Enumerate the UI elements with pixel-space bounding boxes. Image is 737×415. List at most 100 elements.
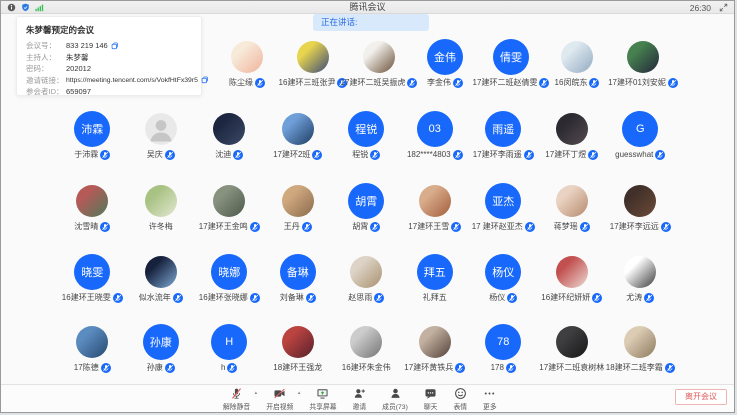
participant-name: 尤涛 xyxy=(626,292,642,303)
participant-tile[interactable]: 沈雪晴 xyxy=(58,182,127,232)
mic-muted-icon xyxy=(455,363,465,373)
participant-tile[interactable]: 沛霖 于沛霖 xyxy=(58,110,127,160)
participant-tile[interactable]: 胡霄 胡霄 xyxy=(332,182,401,232)
start-video-button[interactable]: ▴开启视频 xyxy=(266,387,293,411)
mic-muted-icon xyxy=(312,150,322,160)
participant-tile[interactable]: 吴庆 xyxy=(127,110,196,160)
participant-tile[interactable]: 17建环2班 xyxy=(264,110,333,160)
participant-tile[interactable]: 晓娜 16建环张晓娜 xyxy=(195,253,264,303)
participant-tile[interactable]: 16建环朱金伟 xyxy=(332,323,401,373)
mic-muted-icon xyxy=(374,293,384,303)
participant-tile[interactable]: 03 182****4803 xyxy=(401,110,470,160)
participant-tile[interactable]: 杨仪 杨仪 xyxy=(469,253,538,303)
participant-tile[interactable]: 沈迪 xyxy=(195,110,264,160)
fullscreen-icon[interactable] xyxy=(719,3,728,12)
participant-tile[interactable]: 赵思雨 xyxy=(332,253,401,303)
meeting-info-panel: 朱梦馨预定的会议 会议号：833 219 146主持人：朱梦馨密码：202012… xyxy=(16,16,202,96)
participant-tile[interactable]: 雨遥 17建环李雨遥 xyxy=(469,110,538,160)
info-value: 202012 xyxy=(66,64,91,73)
caret-up-icon[interactable]: ▴ xyxy=(298,390,301,396)
participant-tile[interactable]: 17陈德 xyxy=(58,323,127,373)
participant-name: 17建环李雨遥 xyxy=(473,149,522,160)
participant-tile[interactable]: 许冬梅 xyxy=(127,182,196,232)
avatar-photo xyxy=(213,113,245,145)
participant-tile[interactable]: 18建环王强龙 xyxy=(264,323,333,373)
mic-muted-icon xyxy=(227,363,237,373)
avatar-initials: 晓雯 xyxy=(74,254,110,290)
emoji-button[interactable]: 表情 xyxy=(453,387,467,411)
participant-tile[interactable]: 78 178 xyxy=(469,323,538,373)
meeting-title: 朱梦馨预定的会议 xyxy=(26,24,193,36)
avatar-placeholder xyxy=(145,113,177,145)
toolbar-label: 解除静音 xyxy=(223,401,250,411)
chat-icon xyxy=(424,387,437,400)
participant-tile[interactable]: 17建环二班吴振虎 xyxy=(346,38,412,88)
members-button[interactable]: 成员(73) xyxy=(382,387,408,411)
leave-meeting-button[interactable]: 离开会议 xyxy=(675,389,727,405)
participant-name: 胡霄 xyxy=(352,221,368,232)
participant-tile[interactable]: 16建环三班张尹 xyxy=(280,38,346,88)
window-title: 腾讯会议 xyxy=(1,1,734,14)
participant-tile[interactable]: 17建环李远远 xyxy=(606,182,675,232)
chat-button[interactable]: 聊天 xyxy=(424,387,438,411)
participant-tile[interactable]: 亚杰 17 建环赵亚杰 xyxy=(469,182,538,232)
participant-tile[interactable]: 陈尘缘 xyxy=(214,38,280,88)
participant-tile[interactable]: 王丹 xyxy=(264,182,333,232)
unmute-button[interactable]: ▴解除静音 xyxy=(223,387,250,411)
participant-name: 礼拜五 xyxy=(423,292,447,303)
participant-name: 吴庆 xyxy=(147,149,163,160)
mic-muted-icon xyxy=(524,150,534,160)
participant-name: 17 建环赵亚杰 xyxy=(472,221,523,232)
mic-muted-icon xyxy=(370,222,380,232)
avatar-photo xyxy=(556,113,588,145)
participant-tile[interactable]: G guesswhat xyxy=(606,110,675,160)
participant-tile[interactable]: 16建环纪妍妍 xyxy=(538,253,607,303)
participant-tile[interactable]: 孙康 孙康 xyxy=(127,323,196,373)
copy-icon[interactable] xyxy=(111,42,119,50)
avatar-initials: 备琳 xyxy=(280,254,316,290)
mic-muted-icon xyxy=(644,293,654,303)
participant-name: 17建环01刘安妮 xyxy=(608,77,666,88)
participant-tile[interactable]: 倩雯 17建环二班赵倩雯 xyxy=(478,38,544,88)
share-screen-button[interactable]: 共享屏幕 xyxy=(309,387,336,411)
caret-up-icon[interactable]: ▴ xyxy=(255,390,258,396)
participant-tile[interactable]: 17建环丁煜 xyxy=(538,110,607,160)
participant-tile[interactable]: 17建环01刘安妮 xyxy=(610,38,676,88)
participant-tile[interactable]: 拜五 礼拜五 xyxy=(401,253,470,303)
participant-tile[interactable]: 程锐 程锐 xyxy=(332,110,401,160)
participant-name: 蒋梦瑶 xyxy=(554,221,578,232)
participant-tile[interactable]: 16闵皖东 xyxy=(544,38,610,88)
avatar-initials: 78 xyxy=(485,324,521,360)
copy-icon[interactable] xyxy=(201,76,209,84)
info-row: 主持人：朱梦馨 xyxy=(26,52,193,64)
invite-button[interactable]: 邀请 xyxy=(353,387,367,411)
avatar-photo xyxy=(556,256,588,288)
participant-tile[interactable]: 似水流年 xyxy=(127,253,196,303)
speaking-banner-label: 正在讲话: xyxy=(321,17,357,27)
participant-name: 17陈德 xyxy=(74,362,99,373)
info-row: 会议号：833 219 146 xyxy=(26,40,193,52)
participant-tile[interactable]: 18建环二班李霜 xyxy=(606,323,675,373)
participant-name: 似水流年 xyxy=(139,292,171,303)
toolbar-label: 聊天 xyxy=(424,401,438,411)
avatar-initials: 胡霄 xyxy=(348,183,384,219)
participant-tile[interactable]: 17建环王雪 xyxy=(401,182,470,232)
invite-icon xyxy=(353,387,366,400)
mic-muted-icon xyxy=(655,150,665,160)
participant-tile[interactable]: 17建环二班袁树林 xyxy=(538,323,607,373)
info-row: 邀请链接：https://meeting.tencent.com/s/VokfH… xyxy=(26,75,193,87)
more-button[interactable]: 更多 xyxy=(483,387,497,411)
participant-tile[interactable]: 17建环黄铁兵 xyxy=(401,323,470,373)
mic-muted-icon xyxy=(588,150,598,160)
avatar-photo xyxy=(624,185,656,217)
avatar-initials: 沛霖 xyxy=(74,111,110,147)
participant-tile[interactable]: 蒋梦瑶 xyxy=(538,182,607,232)
participant-tile[interactable]: 金伟 李金伟 xyxy=(412,38,478,88)
avatar-initials: 孙康 xyxy=(143,324,179,360)
participant-tile[interactable]: 尤涛 xyxy=(606,253,675,303)
participant-tile[interactable]: 晓雯 16建环王晓雯 xyxy=(58,253,127,303)
participant-tile[interactable]: 17建环王金鸣 xyxy=(195,182,264,232)
participant-name: 陈尘缘 xyxy=(229,77,253,88)
participant-tile[interactable]: 备琳 刘备琳 xyxy=(264,253,333,303)
participant-tile[interactable]: H h xyxy=(195,323,264,373)
